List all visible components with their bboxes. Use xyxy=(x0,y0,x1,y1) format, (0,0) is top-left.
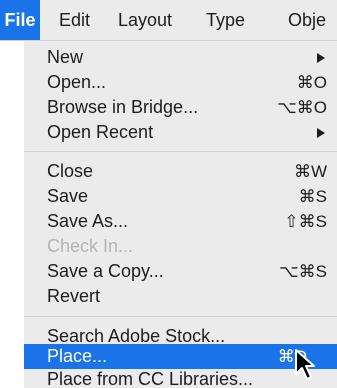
menu-item-place[interactable]: Place... ⌘D xyxy=(24,344,337,369)
menu-item-label: Close xyxy=(47,161,94,181)
menu-layout[interactable]: Layout xyxy=(118,0,172,40)
menu-item-save[interactable]: Save ⌘S xyxy=(24,184,337,209)
menu-type[interactable]: Type xyxy=(206,0,245,40)
file-menu-dropdown: New Open... ⌘O Browse in Bridge... ⌥⌘O O… xyxy=(24,41,337,388)
mouse-pointer-icon xyxy=(295,349,315,380)
menu-item-label: Save xyxy=(47,186,89,206)
menu-item-label: Save a Copy... xyxy=(47,261,164,281)
menu-item-label: Revert xyxy=(47,286,101,306)
menu-item-save-a-copy[interactable]: Save a Copy... ⌥⌘S xyxy=(24,259,337,284)
menu-item-label: Place... xyxy=(47,346,108,366)
menu-edit[interactable]: Edit xyxy=(59,0,90,40)
menu-item-label: Check In... xyxy=(47,236,134,256)
menu-item-place-from-cc-libraries[interactable]: Place from CC Libraries... xyxy=(24,367,337,388)
shortcut-label: ⌘W xyxy=(293,162,327,181)
shortcut-label: ⌘S xyxy=(298,187,327,206)
menu-item-check-in: Check In... xyxy=(24,234,337,259)
menu-item-label: Open Recent xyxy=(47,122,154,142)
menu-item-label: New xyxy=(47,47,84,67)
menu-separator xyxy=(24,316,337,317)
menu-bar: File Edit Layout Type Obje xyxy=(0,0,337,41)
shortcut-label: ⇧⌘S xyxy=(284,212,327,231)
menu-item-label: Save As... xyxy=(47,211,129,231)
menu-item-label: Place from CC Libraries... xyxy=(47,369,254,388)
menu-item-label: Browse in Bridge... xyxy=(47,97,199,117)
menu-item-label: Open... xyxy=(47,72,107,92)
menu-item-revert[interactable]: Revert xyxy=(24,284,337,309)
shortcut-label: ⌘O xyxy=(296,73,327,92)
shortcut-label: ⌥⌘S xyxy=(279,262,327,281)
menu-item-new[interactable]: New xyxy=(24,45,337,70)
menu-item-open-recent[interactable]: Open Recent xyxy=(24,120,337,145)
menu-item-open[interactable]: Open... ⌘O xyxy=(24,70,337,95)
menu-item-browse-in-bridge[interactable]: Browse in Bridge... ⌥⌘O xyxy=(24,95,337,120)
submenu-arrow-icon xyxy=(317,53,325,63)
menu-object[interactable]: Obje xyxy=(288,0,326,40)
menu-file[interactable]: File xyxy=(0,0,40,40)
menu-separator xyxy=(24,151,337,152)
shortcut-label: ⌥⌘O xyxy=(277,98,327,117)
menu-item-close[interactable]: Close ⌘W xyxy=(24,159,337,184)
menu-item-save-as[interactable]: Save As... ⇧⌘S xyxy=(24,209,337,234)
submenu-arrow-icon xyxy=(317,128,325,138)
